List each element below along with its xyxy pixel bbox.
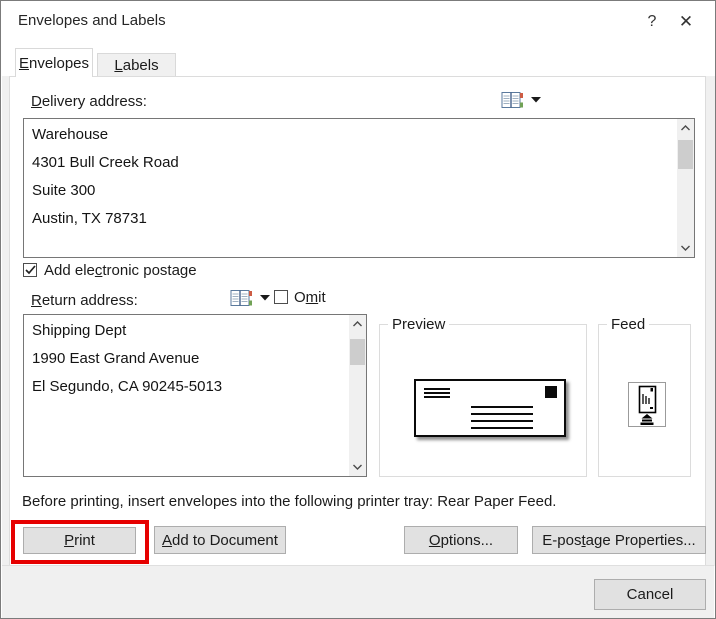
omit-checkbox[interactable] [274,290,288,304]
omit-label[interactable]: Omit [294,289,326,306]
return-address-book-button[interactable] [228,286,270,310]
add-electronic-postage-label[interactable]: Add electronic postage [44,262,197,279]
delivery-scrollbar[interactable] [677,119,694,257]
dialog-right-margin [706,76,715,566]
title-bar: Envelopes and Labels ? ✕ [2,1,714,47]
help-icon: ? [647,13,657,30]
tab-labels-label: Labels [114,56,159,74]
epostage-properties-button[interactable]: E-postage Properties... [532,526,706,554]
chevron-down-icon [531,97,541,103]
close-icon: ✕ [678,12,694,31]
return-address-label: Return address: [31,292,138,309]
delivery-address-label: Delivery address: [31,93,147,110]
stamp-graphic [545,386,557,398]
help-button[interactable]: ? [636,7,668,37]
delivery-address-book-button[interactable] [499,88,541,112]
options-button[interactable]: Options... [404,526,518,554]
chevron-up-icon [681,125,690,131]
address-book-icon [230,290,252,306]
delivery-address-input[interactable]: Warehouse 4301 Bull Creek Road Suite 300… [23,118,695,258]
scroll-down-button[interactable] [349,459,366,475]
add-electronic-postage-checkbox[interactable] [23,263,37,277]
scrollbar-thumb[interactable] [678,140,693,169]
return-scrollbar[interactable] [349,315,366,476]
tab-envelopes[interactable]: Envelopes [15,48,93,77]
delivery-address-text: Warehouse 4301 Bull Creek Road Suite 300… [32,126,179,227]
print-button-highlight [11,520,149,564]
dialog-left-margin [2,76,9,566]
chevron-down-icon [353,464,362,470]
close-button[interactable]: ✕ [670,7,702,37]
preview-group-label: Preview [388,316,450,333]
chevron-up-icon [353,321,362,327]
envelopes-and-labels-dialog: Envelopes and Labels ? ✕ Envelopes Label… [0,0,716,619]
tab-labels[interactable]: Labels [97,53,176,76]
return-address-text: Shipping Dept 1990 East Grand Avenue El … [32,322,223,395]
scroll-up-button[interactable] [677,120,694,136]
dialog-title: Envelopes and Labels [18,12,166,29]
return-address-input[interactable]: Shipping Dept 1990 East Grand Avenue El … [23,314,367,477]
envelope-preview-graphic [414,379,566,437]
scroll-up-button[interactable] [349,316,366,332]
feed-group-label: Feed [607,316,650,333]
check-icon [24,265,36,275]
address-book-icon [501,92,523,108]
cancel-button[interactable]: Cancel [594,579,706,610]
scroll-down-button[interactable] [677,240,694,256]
tab-envelopes-label: Envelopes [18,54,90,72]
add-to-document-button[interactable]: Add to Document [154,526,286,554]
printer-tray-note: Before printing, insert envelopes into t… [22,493,557,510]
scrollbar-thumb[interactable] [350,339,365,365]
envelope-feed-graphic [628,382,666,427]
chevron-down-icon [681,245,690,251]
chevron-down-icon [260,295,270,301]
